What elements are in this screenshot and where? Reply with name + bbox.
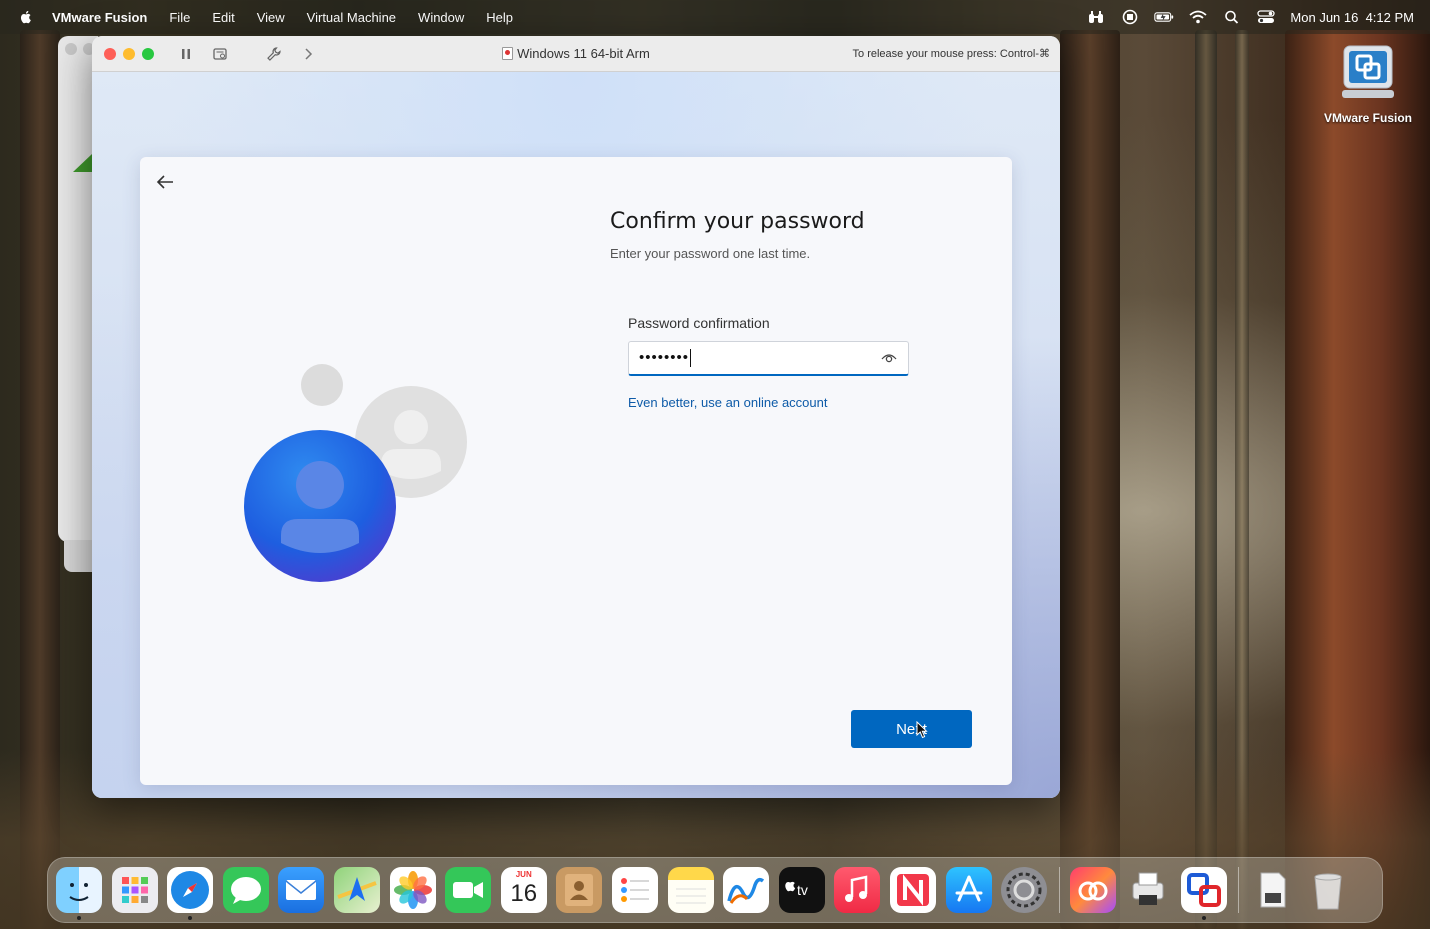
dock-freeform[interactable] xyxy=(723,867,770,913)
menu-file[interactable]: File xyxy=(169,10,190,25)
settings-wrench-icon[interactable] xyxy=(266,46,282,62)
music-note-icon xyxy=(845,875,868,902)
menu-virtual-machine[interactable]: Virtual Machine xyxy=(307,10,396,25)
svg-text:tv: tv xyxy=(797,882,808,898)
text-caret xyxy=(690,349,692,368)
dock-system-settings[interactable] xyxy=(1001,867,1048,913)
menu-view[interactable]: View xyxy=(257,10,285,25)
vmware-fusion-dock-icon xyxy=(1186,873,1221,907)
vm-titlebar[interactable]: Windows 11 64-bit Arm To release your mo… xyxy=(92,36,1060,72)
vm-document-icon xyxy=(502,47,514,60)
dock-messages[interactable] xyxy=(222,867,269,913)
reminders-list-icon xyxy=(620,878,649,902)
creative-cloud-icon xyxy=(1078,881,1108,901)
dock-tv[interactable]: tv xyxy=(778,867,825,913)
dock-safari[interactable] xyxy=(167,867,214,920)
page-title: Confirm your password xyxy=(610,209,865,234)
dock-contacts[interactable] xyxy=(556,867,603,913)
app-store-icon xyxy=(955,875,982,902)
vm-title-text: Windows 11 64-bit Arm xyxy=(517,46,650,61)
menu-window[interactable]: Window xyxy=(418,10,464,25)
menubar-clock[interactable]: Mon Jun 16 4:12 PM xyxy=(1290,10,1414,25)
safari-compass-icon xyxy=(171,871,210,909)
gear-icon xyxy=(1006,872,1042,908)
control-center-icon[interactable] xyxy=(1256,9,1276,25)
dock-printer[interactable] xyxy=(1125,867,1171,913)
dock-calendar[interactable]: JUN 16 xyxy=(500,867,547,913)
chevron-right-icon[interactable] xyxy=(300,46,316,62)
suspend-icon[interactable] xyxy=(178,46,194,62)
photos-flower-icon xyxy=(393,871,432,909)
apple-menu-icon[interactable] xyxy=(18,9,34,25)
online-account-link[interactable]: Even better, use an online account xyxy=(628,395,827,410)
snapshot-icon[interactable] xyxy=(212,46,228,62)
app-menu-title[interactable]: VMware Fusion xyxy=(52,10,147,25)
guest-screen[interactable]: Confirm your password Enter your passwor… xyxy=(92,72,1060,798)
finder-icon xyxy=(69,883,89,901)
apple-tv-icon: tv xyxy=(784,881,808,898)
notes-icon xyxy=(675,888,706,904)
desktop-vmware-fusion-icon[interactable]: VMware Fusion xyxy=(1322,44,1414,125)
vmware-fusion-icon xyxy=(1342,45,1394,98)
desktop-icon-label: VMware Fusion xyxy=(1323,111,1412,125)
dock-facetime[interactable] xyxy=(445,867,492,913)
dock-music[interactable] xyxy=(834,867,881,913)
user-avatar-illustration xyxy=(244,364,467,582)
dock-trash[interactable] xyxy=(1305,867,1351,913)
binoculars-icon[interactable] xyxy=(1086,9,1106,25)
menu-edit[interactable]: Edit xyxy=(212,10,234,25)
messages-bubble-icon xyxy=(230,877,261,904)
dock-creative-cloud[interactable] xyxy=(1069,867,1116,913)
mouse-pointer-icon xyxy=(916,721,928,739)
background-window-footer xyxy=(64,540,94,572)
news-icon xyxy=(896,874,929,906)
downloads-stack-icon xyxy=(1260,872,1286,908)
dock-finder[interactable] xyxy=(56,867,102,920)
back-arrow-icon[interactable] xyxy=(154,171,176,193)
dock: JUN 16 tv xyxy=(47,857,1383,923)
dock-vmware-fusion[interactable] xyxy=(1180,867,1227,920)
reveal-password-eye-icon[interactable] xyxy=(880,351,898,365)
dock-separator xyxy=(1058,867,1060,913)
dock-separator xyxy=(1238,867,1240,913)
dock-photos[interactable] xyxy=(389,867,436,913)
password-form-header: Confirm your password Enter your passwor… xyxy=(610,209,970,261)
freeform-icon xyxy=(727,877,765,904)
page-subtitle: Enter your password one last time. xyxy=(610,246,811,261)
calendar-day: 16 xyxy=(510,880,538,907)
password-value: •••••••• xyxy=(639,348,692,368)
dock-mail[interactable] xyxy=(278,867,325,913)
search-icon[interactable] xyxy=(1222,9,1242,25)
dock-launchpad[interactable] xyxy=(111,867,158,913)
window-controls xyxy=(104,47,154,60)
release-mouse-hint: To release your mouse press: Control-⌘ xyxy=(852,48,1050,60)
dock-downloads[interactable] xyxy=(1249,867,1295,913)
calendar-month: JUN xyxy=(515,870,532,879)
vm-window[interactable]: Windows 11 64-bit Arm To release your mo… xyxy=(92,36,1060,798)
oobe-card: Confirm your password Enter your passwor… xyxy=(140,157,1012,785)
dock-reminders[interactable] xyxy=(611,867,658,913)
maps-icon xyxy=(337,877,377,901)
minimize-button[interactable] xyxy=(123,47,135,60)
close-button[interactable] xyxy=(104,47,116,60)
dock-news[interactable] xyxy=(889,867,936,913)
next-button[interactable]: Next xyxy=(851,710,972,748)
launchpad-icon xyxy=(121,877,148,903)
zoom-button[interactable] xyxy=(142,47,154,60)
dock-notes[interactable] xyxy=(667,867,714,913)
dock-app-store[interactable] xyxy=(945,867,992,913)
menu-bar: VMware Fusion File Edit View Virtual Mac… xyxy=(0,0,1430,34)
mail-envelope-icon xyxy=(285,880,317,900)
trash-icon xyxy=(1314,873,1342,910)
password-confirmation-input[interactable]: •••••••• xyxy=(628,341,909,376)
facetime-camera-icon xyxy=(453,882,484,898)
printer-icon xyxy=(1132,872,1164,905)
contacts-icon xyxy=(565,874,594,906)
battery-icon[interactable] xyxy=(1154,9,1174,25)
vmware-status-icon[interactable] xyxy=(1120,9,1140,25)
password-confirmation-label: Password confirmation xyxy=(628,315,770,331)
dock-maps[interactable] xyxy=(333,867,380,913)
wifi-icon[interactable] xyxy=(1188,9,1208,25)
menu-help[interactable]: Help xyxy=(486,10,513,25)
